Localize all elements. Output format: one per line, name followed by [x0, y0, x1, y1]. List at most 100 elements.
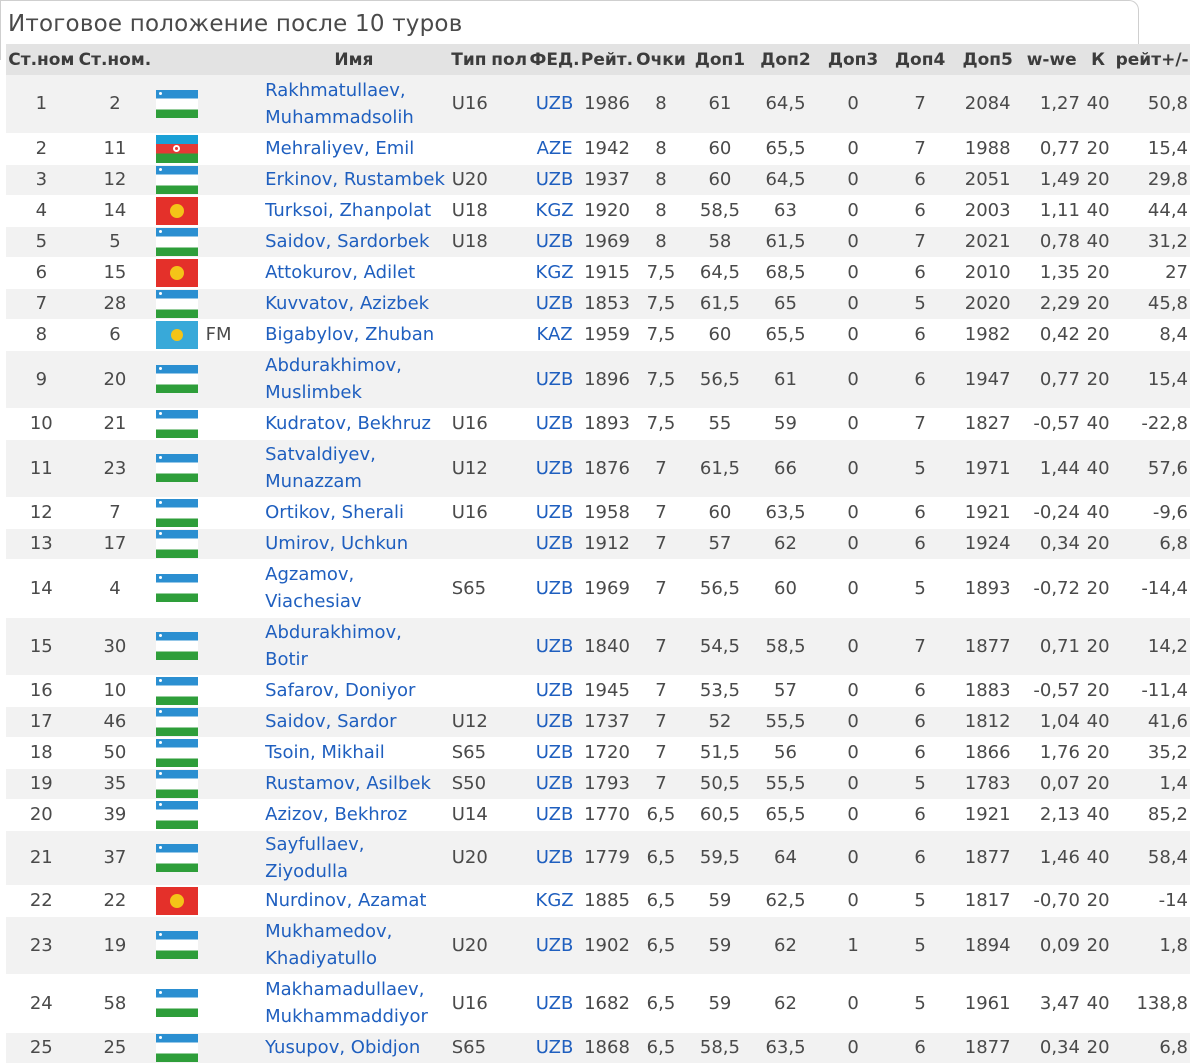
cell-flag	[153, 226, 202, 258]
cell-name[interactable]: Attokurov, Adilet	[260, 257, 448, 289]
cell-tb3: 0	[819, 408, 887, 440]
cell-name[interactable]: Mehraliyev, Emil	[260, 133, 448, 165]
cell-tb2: 56	[751, 737, 820, 769]
cell-federation[interactable]: UZB	[528, 497, 581, 529]
cell-sex	[490, 885, 529, 917]
cell-federation[interactable]: UZB	[528, 617, 581, 676]
cell-w-we: 1,44	[1021, 439, 1082, 498]
table-row: 6 15 Attokurov, Adilet KGZ 1915 7,5 64,5 68,5 0 6…	[6, 257, 1190, 289]
col-header-federation[interactable]: ФЕД.	[528, 44, 581, 75]
cell-name[interactable]: Bigabylov, Zhuban	[260, 319, 448, 351]
cell-federation[interactable]: UZB	[528, 830, 581, 886]
cell-tb1: 64,5	[688, 257, 752, 289]
cell-federation[interactable]: UZB	[528, 1032, 581, 1064]
cell-name[interactable]: Rustamov, Asilbek	[260, 768, 448, 800]
col-header-tb4[interactable]: Доп4	[886, 44, 954, 75]
cell-rating: 1958	[580, 497, 634, 529]
cell-rank: 12	[6, 497, 77, 529]
col-header-sex[interactable]: пол	[490, 44, 529, 75]
cell-federation[interactable]: UZB	[528, 439, 581, 498]
cell-name[interactable]: Kudratov, Bekhruz	[260, 408, 448, 440]
cell-name[interactable]: Abdurakhimov, Botir	[260, 617, 448, 676]
cell-federation[interactable]: UZB	[528, 288, 581, 320]
col-header-tb2[interactable]: Доп2	[751, 44, 820, 75]
cell-rank: 10	[6, 408, 77, 440]
cell-federation[interactable]: KAZ	[528, 319, 581, 351]
cell-name[interactable]: Umirov, Uchkun	[260, 528, 448, 560]
col-header-start-number[interactable]: Ст.ном.	[76, 44, 154, 75]
cell-federation[interactable]: UZB	[528, 768, 581, 800]
cell-name[interactable]: Yusupov, Obidjon	[260, 1032, 448, 1064]
cell-name[interactable]: Satvaldiyev, Munazzam	[260, 439, 448, 498]
cell-federation[interactable]: UZB	[528, 75, 581, 134]
cell-name[interactable]: Tsoin, Mikhail	[260, 737, 448, 769]
cell-tb2: 65,5	[751, 133, 820, 165]
cell-points: 6,5	[633, 974, 689, 1033]
cell-name[interactable]: Rakhmatullaev, Muhammadsolih	[260, 75, 448, 134]
cell-name[interactable]: Nurdinov, Azamat	[260, 885, 448, 917]
cell-k: 40	[1081, 830, 1115, 886]
cell-w-we: 2,13	[1021, 799, 1082, 831]
cell-points: 7,5	[633, 408, 689, 440]
cell-federation[interactable]: UZB	[528, 916, 581, 975]
kaz-flag-icon	[156, 320, 199, 349]
table-row: 2 11 Mehraliyev, Emil AZE 1942 8 60 65,5 0 7 1988 0…	[6, 133, 1190, 165]
cell-federation[interactable]: UZB	[528, 675, 581, 707]
cell-federation[interactable]: KGZ	[528, 257, 581, 289]
cell-start-number: 35	[76, 768, 154, 800]
cell-federation[interactable]: UZB	[528, 350, 581, 409]
uzb-flag-icon	[156, 676, 199, 705]
cell-federation[interactable]: UZB	[528, 408, 581, 440]
cell-name[interactable]: Saidov, Sardor	[260, 706, 448, 738]
col-header-type[interactable]: Тип	[447, 44, 491, 75]
cell-sex	[490, 799, 529, 831]
cell-name[interactable]: Saidov, Sardorbek	[260, 226, 448, 258]
cell-name[interactable]: Abdurakhimov, Muslimbek	[260, 350, 448, 409]
cell-name[interactable]: Mukhamedov, Khadiyatullo	[260, 916, 448, 975]
cell-name[interactable]: Makhamadullaev, Mukhammaddiyor	[260, 974, 448, 1033]
cell-federation[interactable]: KGZ	[528, 195, 581, 227]
cell-federation[interactable]: KGZ	[528, 885, 581, 917]
cell-tb2: 55,5	[751, 768, 820, 800]
cell-name[interactable]: Agzamov, Viachesiav	[260, 559, 448, 618]
cell-sex	[490, 133, 529, 165]
col-header-points[interactable]: Очки	[633, 44, 689, 75]
cell-tb5: 1783	[953, 768, 1022, 800]
cell-tb1: 60,5	[688, 799, 752, 831]
table-row: 13 17 Umirov, Uchkun UZB 1912 7 57 62 0 6 1924 0,34…	[6, 528, 1190, 560]
cell-name[interactable]: Kuvvatov, Azizbek	[260, 288, 448, 320]
cell-sex	[490, 617, 529, 676]
cell-name[interactable]: Ortikov, Sherali	[260, 497, 448, 529]
col-header-w-we[interactable]: w-we	[1021, 44, 1082, 75]
cell-tb3: 0	[819, 799, 887, 831]
cell-federation[interactable]: UZB	[528, 706, 581, 738]
cell-federation[interactable]: AZE	[528, 133, 581, 165]
col-header-name[interactable]: Имя	[260, 44, 448, 75]
cell-tb2: 58,5	[751, 617, 820, 676]
cell-rating: 1915	[580, 257, 634, 289]
col-header-rank[interactable]: Ст.ном	[6, 44, 77, 75]
cell-federation[interactable]: UZB	[528, 799, 581, 831]
col-header-tb1[interactable]: Доп1	[688, 44, 752, 75]
standings-body: 1 2 Rakhmatullaev, Muhammadsolih U16 UZB 1986…	[6, 75, 1190, 1064]
col-header-rating[interactable]: Рейт.	[580, 44, 634, 75]
col-header-rating-change[interactable]: рейт+/-	[1114, 44, 1190, 75]
col-header-tb5[interactable]: Доп5	[953, 44, 1022, 75]
cell-federation[interactable]: UZB	[528, 528, 581, 560]
cell-name[interactable]: Erkinov, Rustambek	[260, 164, 448, 196]
cell-name[interactable]: Sayfullaev, Ziyodulla	[260, 830, 448, 886]
cell-tb1: 56,5	[688, 350, 752, 409]
cell-federation[interactable]: UZB	[528, 737, 581, 769]
cell-name[interactable]: Safarov, Doniyor	[260, 675, 448, 707]
cell-name[interactable]: Azizov, Bekhroz	[260, 799, 448, 831]
cell-federation[interactable]: UZB	[528, 974, 581, 1033]
cell-federation[interactable]: UZB	[528, 559, 581, 618]
cell-tb2: 62	[751, 916, 820, 975]
cell-federation[interactable]: UZB	[528, 164, 581, 196]
cell-federation[interactable]: UZB	[528, 226, 581, 258]
col-header-k[interactable]: К	[1081, 44, 1115, 75]
cell-tb4: 5	[886, 439, 954, 498]
cell-flag	[153, 675, 202, 707]
col-header-tb3[interactable]: Доп3	[819, 44, 887, 75]
cell-name[interactable]: Turksoi, Zhanpolat	[260, 195, 448, 227]
